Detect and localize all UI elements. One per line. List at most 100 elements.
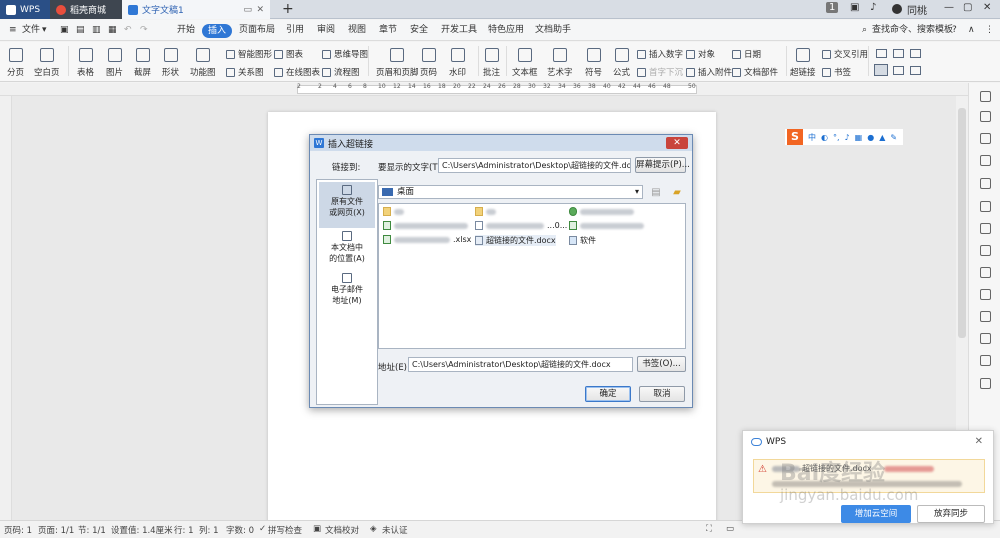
translate-icon[interactable] xyxy=(980,289,991,300)
ime-mode[interactable]: 中 xyxy=(808,132,816,143)
status-spell[interactable]: 拼写检查 xyxy=(268,524,302,536)
folder-select[interactable]: 桌面 ▾ xyxy=(378,185,643,199)
layout-icon[interactable] xyxy=(874,64,888,76)
link-option-this-document[interactable]: 本文档中 的位置(A) xyxy=(319,228,375,268)
help-icon[interactable]: ? xyxy=(952,20,957,41)
blank-page-button[interactable]: 空白页 xyxy=(34,42,60,78)
ok-button[interactable]: 确定 xyxy=(585,386,631,402)
status-cert[interactable]: 未认证 xyxy=(382,524,408,536)
save-icon[interactable]: ▣ xyxy=(60,20,69,41)
picture-button[interactable]: 图片 xyxy=(106,42,123,78)
status-row[interactable]: 行: 1 xyxy=(174,524,193,536)
proof-icon[interactable]: ▣ xyxy=(313,524,321,534)
bookmark-button[interactable]: 书签 xyxy=(822,66,851,78)
browse-folder-icon[interactable]: ▰ xyxy=(670,185,684,199)
avatar[interactable] xyxy=(892,4,902,14)
chart-button[interactable]: 图表 xyxy=(274,48,303,60)
status-page[interactable]: 页码: 1 xyxy=(4,524,32,536)
menu-security[interactable]: 安全 xyxy=(410,20,428,41)
status-col[interactable]: 列: 1 xyxy=(199,524,218,536)
backup-icon[interactable] xyxy=(980,178,991,189)
menu-view[interactable]: 视图 xyxy=(348,20,366,41)
list-item[interactable] xyxy=(383,221,471,230)
up-folder-icon[interactable]: ▤ xyxy=(649,185,663,199)
history-icon[interactable] xyxy=(980,355,991,366)
collapse-ribbon-icon[interactable]: ∧ xyxy=(968,20,975,41)
drop-cap-button[interactable]: 首字下沉 xyxy=(637,66,683,78)
skin-icon[interactable]: ▲ xyxy=(879,133,885,142)
status-proof[interactable]: 文档校对 xyxy=(325,524,359,536)
symbol-button[interactable]: 符号 xyxy=(585,42,602,78)
new-tab-button[interactable]: + xyxy=(282,1,294,17)
menu-dev-tools[interactable]: 开发工具 xyxy=(441,20,477,41)
file-list[interactable]: ...0... .xlsx 超链接的文件.docx 软件 xyxy=(378,203,686,349)
mic-icon[interactable]: ♪ xyxy=(845,133,850,142)
shape-icon[interactable] xyxy=(980,155,991,166)
address-input[interactable]: C:\Users\Administrator\Desktop\超链接的文件.do… xyxy=(408,357,633,372)
status-section[interactable]: 节: 1/1 xyxy=(78,524,106,536)
share-icon[interactable] xyxy=(980,223,991,234)
minimize-icon[interactable]: — xyxy=(944,2,954,13)
hamburger-icon[interactable]: ≡ xyxy=(9,20,17,41)
moon-icon[interactable]: ◐ xyxy=(821,133,828,142)
keyboard-icon[interactable]: ▦ xyxy=(855,133,863,142)
sync-icon[interactable] xyxy=(980,311,991,322)
link-option-email[interactable]: 电子邮件 地址(M) xyxy=(319,270,375,310)
dialog-close-icon[interactable]: ✕ xyxy=(666,137,688,149)
spell-check-icon[interactable]: ✓ xyxy=(259,524,266,534)
cloud-icon[interactable] xyxy=(980,245,991,256)
word-art-button[interactable]: 艺术字 xyxy=(547,42,573,78)
more-icon[interactable]: ⋮ xyxy=(985,20,994,41)
link-option-file-or-web[interactable]: 原有文件 或网页(X) xyxy=(319,182,375,228)
cancel-button[interactable]: 取消 xyxy=(639,386,685,402)
menu-page-layout[interactable]: 页面布局 xyxy=(239,20,275,41)
mind-map-button[interactable]: 思维导图 xyxy=(322,48,368,60)
shield-icon[interactable]: ◈ xyxy=(370,524,377,534)
comment-button[interactable]: 批注 xyxy=(483,42,500,78)
list-item[interactable] xyxy=(569,207,637,216)
close-icon[interactable]: ✕ xyxy=(983,2,991,13)
expand-icon[interactable] xyxy=(980,91,991,102)
attachment-button[interactable]: 插入附件 xyxy=(686,66,732,78)
chevron-down-icon[interactable]: ▾ xyxy=(42,20,47,41)
ime-toolbar[interactable]: S 中 ◐ °, ♪ ▦ ● ▲ ✎ xyxy=(785,129,903,145)
star-icon[interactable] xyxy=(980,201,991,212)
maximize-icon[interactable]: ▢ xyxy=(963,2,972,13)
menu-doc-assistant[interactable]: 文档助手 xyxy=(535,20,571,41)
menu-reference[interactable]: 引用 xyxy=(286,20,304,41)
watermark-button[interactable]: 水印 xyxy=(449,42,466,78)
horizontal-ruler[interactable]: 2 2 4 6 8 10 12 14 16 18 20 22 24 26 28 … xyxy=(0,83,1000,96)
page-break-button[interactable]: 分页 xyxy=(7,42,24,78)
help-icon[interactable] xyxy=(980,378,991,389)
image-icon[interactable] xyxy=(980,267,991,278)
table-button[interactable]: 表格 xyxy=(77,42,94,78)
list-item[interactable]: 软件 xyxy=(569,235,596,246)
list-item[interactable]: 超链接的文件.docx xyxy=(475,235,556,246)
menu-start[interactable]: 开始 xyxy=(177,20,195,41)
list-item[interactable] xyxy=(569,221,647,230)
object-button[interactable]: 对象 xyxy=(686,48,715,60)
text-box-button[interactable]: 文本框 xyxy=(512,42,538,78)
date-button[interactable]: 日期 xyxy=(732,48,761,60)
insert-number-button[interactable]: 插入数字 xyxy=(637,48,683,60)
search-icon[interactable]: ⌕ xyxy=(862,20,867,41)
view-mode-icon[interactable]: ▭ xyxy=(726,524,734,534)
undo-icon[interactable]: ↶ xyxy=(124,20,132,41)
hyperlink-button[interactable]: 超链接 xyxy=(790,42,816,78)
list-item[interactable]: ...0... xyxy=(475,221,567,230)
layout-icon[interactable] xyxy=(876,49,887,58)
status-pages[interactable]: 页面: 1/1 xyxy=(38,524,74,536)
preview-icon[interactable]: ▦ xyxy=(108,20,117,41)
fullscreen-icon[interactable]: ⛶ xyxy=(706,524,712,534)
attach-icon[interactable] xyxy=(980,333,991,344)
tool-icon[interactable]: ✎ xyxy=(890,133,897,142)
menu-review[interactable]: 审阅 xyxy=(317,20,335,41)
relation-chart-button[interactable]: 关系图 xyxy=(226,66,264,78)
redo-icon[interactable]: ↷ xyxy=(140,20,148,41)
select-icon[interactable] xyxy=(980,133,991,144)
menu-file[interactable]: 文件 xyxy=(22,20,40,41)
tab-close-icon[interactable]: ✕ xyxy=(256,5,264,15)
display-text-input[interactable]: C:\Users\Administrator\Desktop\超链接的文件.do… xyxy=(438,158,631,173)
formula-button[interactable]: 公式 xyxy=(613,42,630,78)
menu-chapter[interactable]: 章节 xyxy=(379,20,397,41)
